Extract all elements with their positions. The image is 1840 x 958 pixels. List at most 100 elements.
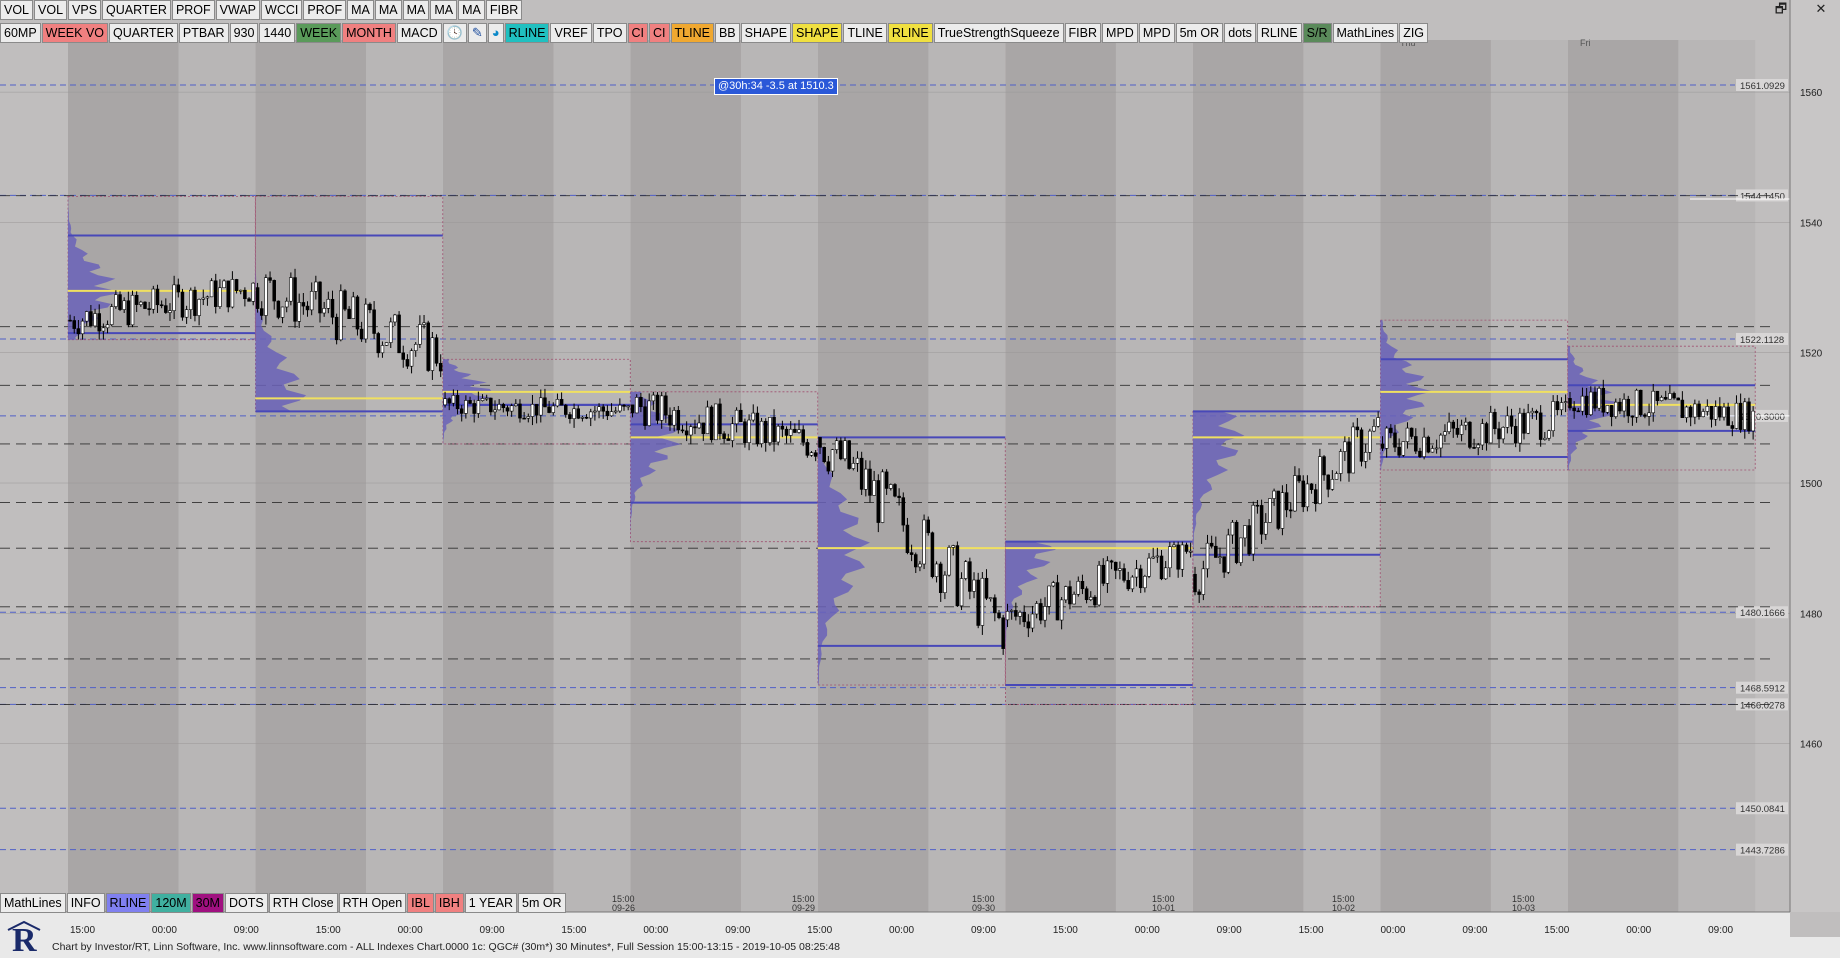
ind-vref-button[interactable]: VREF <box>550 23 592 43</box>
pencil-icon[interactable]: ✎ <box>467 23 487 43</box>
ind-rline-button[interactable]: RLINE <box>887 23 933 43</box>
candle-body <box>889 484 893 489</box>
bottom-rth-close-button[interactable]: RTH Close <box>268 893 338 913</box>
ind-60mp-button[interactable]: 60MP <box>0 23 41 43</box>
candle-body <box>1547 430 1551 439</box>
top-vps-button[interactable]: VPS <box>68 0 102 20</box>
bottom-info-button[interactable]: INFO <box>66 893 105 913</box>
ind-quarter-button[interactable]: QUARTER <box>109 23 178 43</box>
y-tick-label: 1560 <box>1800 88 1823 99</box>
candle-body <box>709 406 714 441</box>
candle-body <box>609 411 614 417</box>
ind-fibr-button[interactable]: FIBR <box>1064 23 1102 43</box>
candle-body <box>497 404 501 411</box>
bottom-ibh-button[interactable]: IBH <box>434 893 464 913</box>
top-ma-button[interactable]: MA <box>430 0 458 20</box>
ind-rline-button[interactable]: RLINE <box>504 23 550 43</box>
candle-body <box>597 406 601 412</box>
ind-ci-button[interactable]: CI <box>649 23 670 43</box>
candle-body <box>1201 568 1206 595</box>
ind-rline-button[interactable]: RLINE <box>1256 23 1302 43</box>
candle-body <box>1309 483 1314 490</box>
candle-body <box>301 302 306 307</box>
top-prof-button[interactable]: PROF <box>303 0 347 20</box>
candle-body <box>1480 423 1485 446</box>
restore-window-icon[interactable]: 🗗 <box>1768 0 1794 18</box>
candle-body <box>1084 588 1089 601</box>
bottom-dots-button[interactable]: DOTS <box>224 893 268 913</box>
bottom-5m-or-button[interactable]: 5m OR <box>518 893 566 913</box>
ind-month-button[interactable]: MONTH <box>342 23 396 43</box>
ind-ci-button[interactable]: CI <box>627 23 649 43</box>
ind-week-button[interactable]: WEEK <box>296 23 342 43</box>
top-ma-button[interactable]: MA <box>402 0 430 20</box>
ind-dots-button[interactable]: dots <box>1224 23 1256 43</box>
ind-5m-or-button[interactable]: 5m OR <box>1175 23 1224 43</box>
candle-body <box>1043 606 1047 621</box>
candle-body <box>426 322 430 371</box>
ind-mathlines-button[interactable]: MathLines <box>1332 23 1399 43</box>
candle-body <box>1430 448 1435 453</box>
ind-shape-button[interactable]: SHAPE <box>792 23 843 43</box>
ind-930-button[interactable]: 930 <box>229 23 259 43</box>
ind-tline-button[interactable]: TLINE <box>670 23 714 43</box>
close-window-icon[interactable]: ✕ <box>1808 0 1834 18</box>
bottom-rline-button[interactable]: RLINE <box>105 893 151 913</box>
candle-body <box>1097 564 1101 606</box>
candle-body <box>1668 393 1672 400</box>
price-chart[interactable]: 1561.09291544.14501543.61522.11281510.30… <box>0 0 1840 958</box>
ind-mpd-button[interactable]: MPD <box>1102 23 1138 43</box>
candle-body <box>355 296 360 330</box>
candle-body <box>1589 391 1593 415</box>
time-tick-label: 09:00 <box>234 925 259 936</box>
ind-week-vo-button[interactable]: WEEK VO <box>41 23 108 43</box>
candle-body <box>1659 397 1664 401</box>
candle-body <box>1563 401 1568 403</box>
ind-s-r-button[interactable]: S/R <box>1302 23 1332 43</box>
ind-tpo-button[interactable]: TPO <box>592 23 627 43</box>
ind-truestrengthsqueeze-button[interactable]: TrueStrengthSqueeze <box>933 23 1064 43</box>
candle-body <box>918 563 922 568</box>
candle-body <box>1159 555 1164 580</box>
bottom-1-year-button[interactable]: 1 YEAR <box>464 893 517 913</box>
top-vwap-button[interactable]: VWAP <box>215 0 261 20</box>
bottom-rth-open-button[interactable]: RTH Open <box>338 893 407 913</box>
candle-body <box>530 404 535 417</box>
candle-body <box>1343 441 1347 452</box>
candle-body <box>501 404 506 409</box>
candle-body <box>884 471 889 489</box>
top-fibr-button[interactable]: FIBR <box>485 0 523 20</box>
ind-mpd-button[interactable]: MPD <box>1138 23 1175 43</box>
candle-body <box>1209 542 1214 547</box>
candle-body <box>676 410 681 431</box>
top-wcci-button[interactable]: WCCI <box>261 0 303 20</box>
price-axis[interactable]: 1460 1480 1500 1520 1540 1560 <box>1789 0 1840 912</box>
top-ma-button[interactable]: MA <box>458 0 485 20</box>
top-quarter-button[interactable]: QUARTER <box>102 0 171 20</box>
ind-zig-button[interactable]: ZIG <box>1399 23 1429 43</box>
palette-icon[interactable]: ◕ <box>487 23 504 43</box>
top-vol-button[interactable]: VOL <box>34 0 68 20</box>
candle-body <box>380 345 385 354</box>
candle-body <box>914 554 918 568</box>
ind-macd-button[interactable]: MACD <box>396 23 442 43</box>
top-vol-button[interactable]: VOL <box>0 0 34 20</box>
candle-body <box>1409 427 1414 437</box>
candle-body <box>401 352 405 360</box>
candle-body <box>284 300 289 308</box>
top-ma-button[interactable]: MA <box>374 0 402 20</box>
ind-bb-button[interactable]: BB <box>714 23 740 43</box>
clock-icon[interactable]: 🕓 <box>442 23 467 43</box>
ind-tline-button[interactable]: TLINE <box>843 23 887 43</box>
ind-shape-button[interactable]: SHAPE <box>740 23 792 43</box>
candle-body <box>1709 406 1714 420</box>
bottom-ibl-button[interactable]: IBL <box>407 893 434 913</box>
ind-1440-button[interactable]: 1440 <box>259 23 296 43</box>
top-prof-button[interactable]: PROF <box>171 0 215 20</box>
candle-body <box>718 403 722 435</box>
top-ma-button[interactable]: MA <box>347 0 374 20</box>
bottom-120m-button[interactable]: 120M <box>151 893 191 913</box>
bottom-mathlines-button[interactable]: MathLines <box>0 893 66 913</box>
bottom-30m-button[interactable]: 30M <box>191 893 224 913</box>
ind-ptbar-button[interactable]: PTBAR <box>178 23 229 43</box>
